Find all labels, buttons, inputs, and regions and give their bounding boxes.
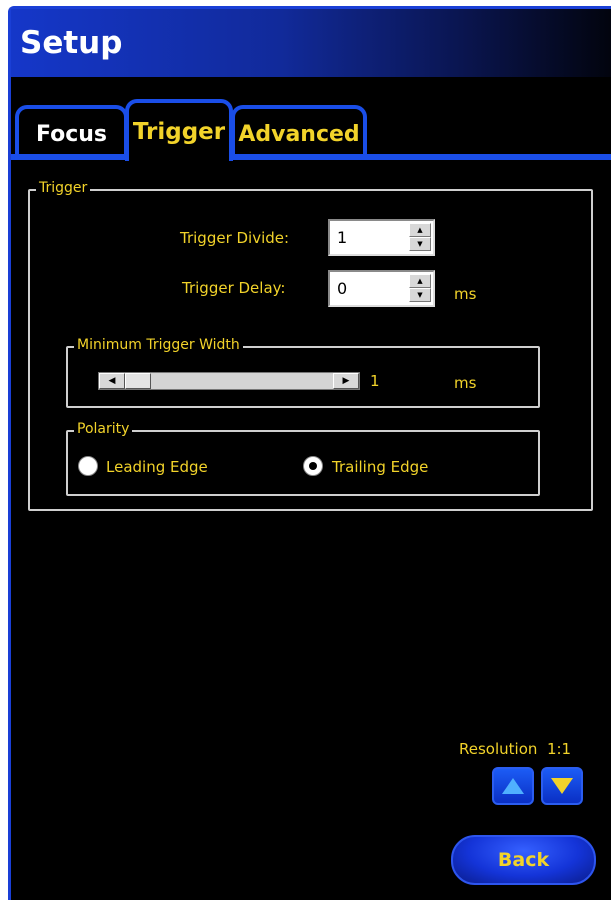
radio-trailing-edge[interactable] [303,456,323,476]
spin-down-icon[interactable]: ▼ [409,237,431,251]
trigger-delay-spin-buttons: ▲ ▼ [409,274,431,303]
trigger-divide-spinner[interactable]: 1 ▲ ▼ [328,219,435,256]
tab-focus-label: Focus [35,121,108,147]
resolution-text: Resolution [459,740,538,758]
min-trigger-width-value: 1 [370,372,380,390]
trigger-delay-spinner[interactable]: 0 ▲ ▼ [328,270,435,307]
slider-right-arrow-icon[interactable]: ▶ [333,373,359,389]
trigger-group-legend: Trigger [36,180,91,196]
trigger-delay-unit: ms [454,285,477,303]
tab-trigger[interactable]: Trigger [125,99,233,161]
polarity-legend: Polarity [74,421,133,437]
tab-underline [11,154,611,160]
radio-leading-edge[interactable] [78,456,98,476]
slider-left-arrow-icon[interactable]: ◀ [99,373,125,389]
trigger-group: Trigger Trigger Divide: 1 ▲ ▼ Trigger De… [28,180,593,511]
resolution-up-button[interactable] [492,767,534,805]
tab-trigger-label: Trigger [132,119,226,145]
window-title: Setup [20,25,123,61]
trigger-delay-value: 0 [337,279,348,298]
title-bar: Setup [11,9,611,77]
tab-advanced[interactable]: Advanced [231,105,367,159]
arrow-down-icon [551,778,573,794]
min-trigger-width-legend: Minimum Trigger Width [74,337,243,353]
spin-up-icon[interactable]: ▲ [409,223,431,237]
min-trigger-width-unit: ms [454,374,477,392]
min-trigger-width-slider[interactable]: ◀ ▶ [98,372,360,390]
back-button[interactable]: Back [451,835,596,885]
trigger-divide-spin-buttons: ▲ ▼ [409,223,431,252]
resolution-value: 1:1 [546,740,572,758]
setup-window: Setup Focus Advanced Trigger Trigger Tri… [8,6,611,900]
resolution-down-button[interactable] [541,767,583,805]
trigger-divide-value: 1 [337,228,348,247]
leading-edge-label[interactable]: Leading Edge [106,458,208,476]
slider-thumb[interactable] [125,373,151,389]
polarity-group: Polarity Leading Edge Trailing Edge [66,421,540,496]
trailing-edge-label[interactable]: Trailing Edge [332,458,428,476]
back-button-label: Back [497,849,550,871]
tab-advanced-label: Advanced [238,121,360,147]
trigger-divide-label: Trigger Divide: [180,229,290,247]
spin-up-icon[interactable]: ▲ [409,274,431,288]
resolution-label: Resolution 1:1 [459,740,571,758]
trigger-delay-label: Trigger Delay: [182,279,286,297]
min-trigger-width-group: Minimum Trigger Width ◀ ▶ 1 ms [66,337,540,408]
spin-down-icon[interactable]: ▼ [409,288,431,302]
arrow-up-icon [502,778,524,794]
tab-focus[interactable]: Focus [15,105,128,159]
